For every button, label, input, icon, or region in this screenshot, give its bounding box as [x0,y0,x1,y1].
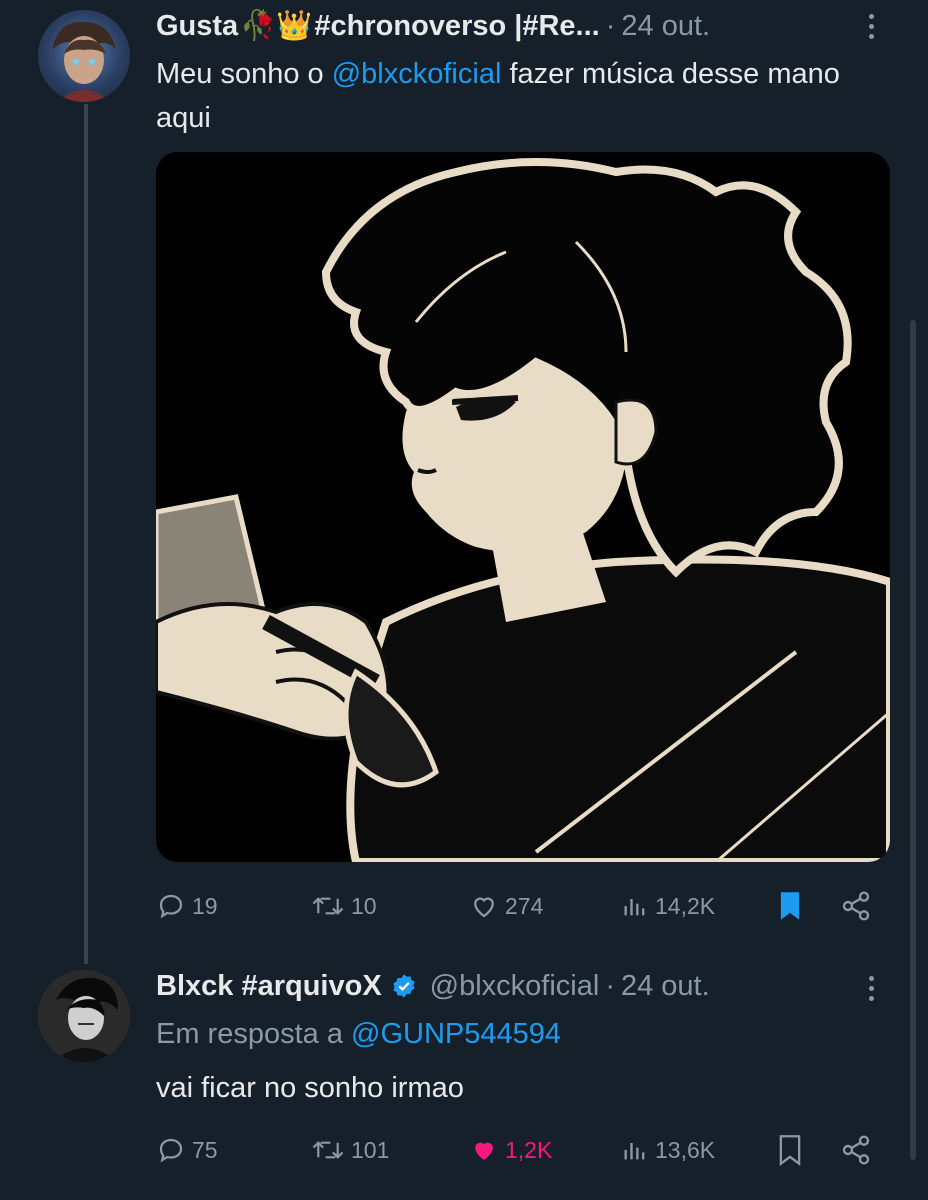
author-name-suffix[interactable]: #chronoverso |#Re... [314,10,599,43]
views-button[interactable]: 13,6K [621,1135,715,1165]
retweet-icon [312,1141,344,1159]
tweet-actions: 19 10 274 14,2K [156,886,880,926]
scrollbar[interactable] [910,320,916,1160]
author-emojis: 🥀👑 [240,10,313,42]
retweet-count: 10 [351,892,377,919]
views-chart-icon [624,1143,645,1160]
tweet-text-prefix: Meu sonho o [156,58,332,90]
tweet-text: vai ficar no sonho irmao [156,1072,464,1104]
reply-button[interactable]: 19 [156,891,218,921]
bookmark-icon [779,1135,801,1166]
verified-badge-icon [393,974,415,998]
reply-context: Em resposta a @GUNP544594 [156,1012,886,1056]
views-button[interactable]: 14,2K [621,891,715,921]
separator-dot: · [605,969,615,1002]
reply-mention-link[interactable]: @GUNP544594 [351,1018,561,1050]
like-count: 274 [505,892,544,919]
separator-dot: · [605,9,616,42]
bookmark-button[interactable] [776,1134,804,1166]
avatar[interactable] [38,970,130,1062]
reply-context-prefix: Em resposta a [156,1018,352,1050]
retweet-count: 101 [351,1136,390,1163]
share-button[interactable] [840,890,872,922]
views-count: 14,2K [655,892,716,919]
avatar-portrait-icon [38,970,130,1062]
avatar-portrait-icon [52,21,116,102]
retweet-button[interactable]: 10 [311,891,377,921]
tweet-header: Gusta 🥀👑 #chronoverso |#Re... · 24 out. [156,6,710,46]
tweet-date[interactable]: 24 out. [621,10,710,43]
views-chart-icon [624,899,645,916]
share-button[interactable] [840,1134,872,1166]
more-options-icon[interactable] [856,6,886,46]
like-button[interactable]: 274 [469,891,543,921]
tweet-media-image[interactable] [156,152,890,862]
retweet-button[interactable]: 101 [311,1135,389,1165]
bookmark-filled-icon [780,892,800,920]
tweet-header: Blxck #arquivoX @blxckoficial · 24 out. [156,966,710,1006]
share-icon [842,1135,870,1165]
views-count: 13,6K [655,1136,716,1163]
reply-count: 75 [192,1136,218,1163]
author-name[interactable]: Gusta [156,10,238,43]
thread-connector [84,104,88,964]
reply-icon [159,894,183,919]
avatar[interactable] [38,10,130,102]
more-options-icon[interactable] [856,968,886,1008]
mention-link[interactable]: @blxckoficial [332,58,502,90]
heart-filled-icon [475,1142,493,1160]
author-name[interactable]: Blxck #arquivoX [156,970,382,1003]
author-handle[interactable]: @blxckoficial [430,970,600,1003]
like-button[interactable]: 1,2K [469,1135,552,1165]
heart-icon [474,897,494,918]
reply-icon [159,1138,183,1163]
reply-count: 19 [192,892,218,919]
anime-boy-illustration-icon [156,152,890,862]
bookmark-button[interactable] [776,890,804,922]
like-count: 1,2K [505,1136,553,1163]
reply-button[interactable]: 75 [156,1135,218,1165]
retweet-icon [312,897,344,915]
share-icon [842,891,870,921]
timeline: Gusta 🥀👑 #chronoverso |#Re... · 24 out. … [0,0,928,1200]
tweet-date[interactable]: 24 out. [621,970,710,1003]
tweet-text: Meu sonho o @blxckoficial fazer música d… [156,52,886,140]
tweet-actions: 75 101 1,2K 13,6K [156,1130,880,1170]
